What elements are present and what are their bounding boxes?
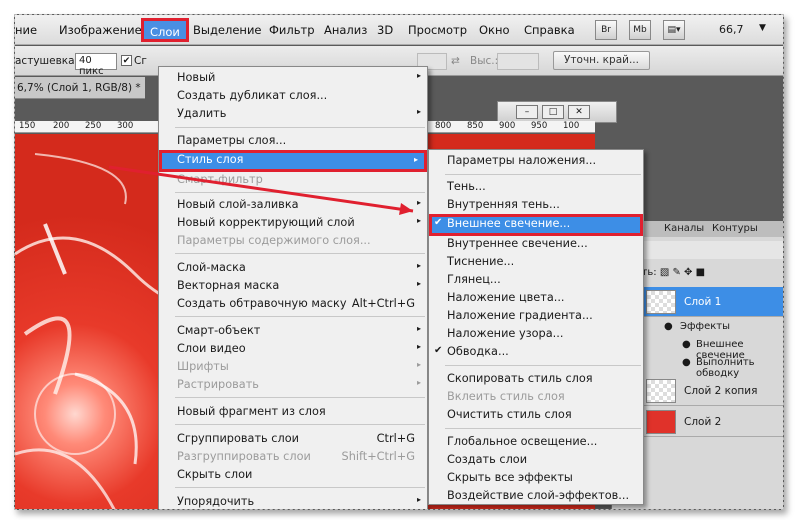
annotation-arrow bbox=[108, 165, 414, 215]
photoshop-window: ние Изображение Слои Выделение Фильтр Ан… bbox=[14, 14, 784, 510]
